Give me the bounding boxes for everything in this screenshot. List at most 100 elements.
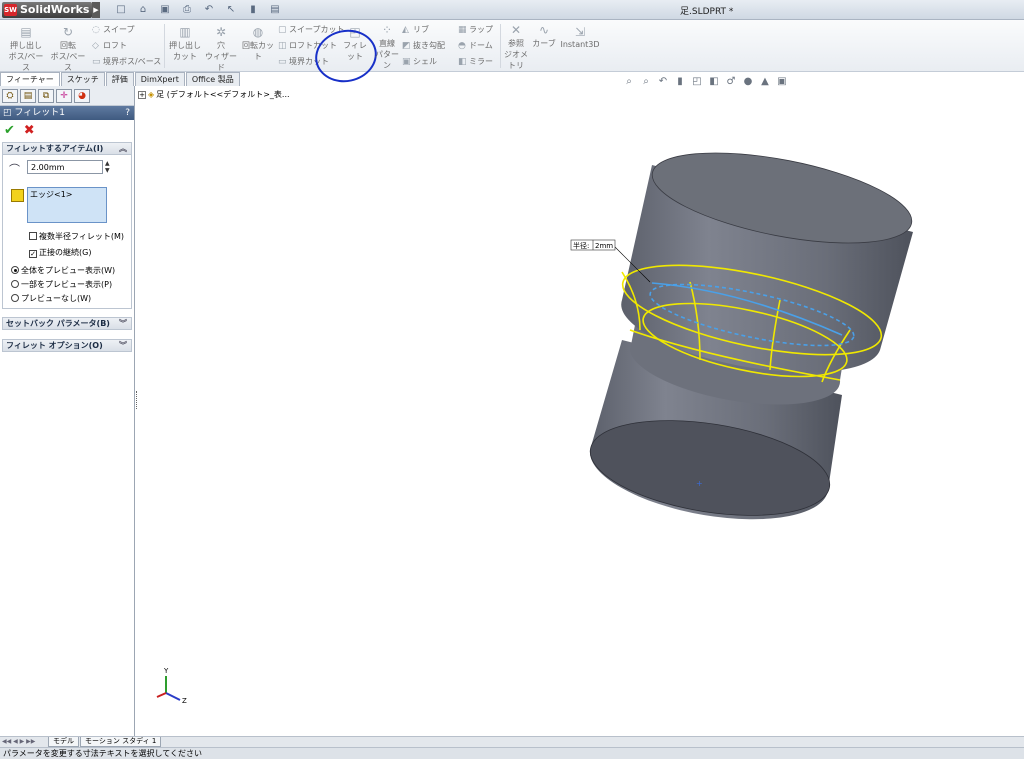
origin-marker: + — [696, 479, 703, 488]
extrude-cut-label: 押し出し カット — [169, 41, 201, 61]
configuration-manager-icon[interactable]: ⧉ — [38, 89, 54, 103]
rebuild-icon[interactable]: ▮ — [244, 3, 262, 17]
display-manager-icon[interactable]: ◕ — [74, 89, 90, 103]
title-bar: SW SolidWorks ▶ □ ⌂ ▣ ⎙ ↶ ↖ ▮ ▤ 足.SLDPRT… — [0, 0, 1024, 20]
hole-wizard-button[interactable]: ✲ 穴 ウィザード — [204, 26, 238, 73]
partial-preview-radio[interactable]: 一部をプレビュー表示(P) — [11, 279, 112, 290]
tab-evaluate[interactable]: 評価 — [105, 72, 134, 86]
tab-model[interactable]: モデル — [48, 737, 79, 747]
radius-spinner-icon[interactable]: ▲ ▼ — [105, 160, 110, 174]
rib-button[interactable]: ◭ リブ — [402, 24, 429, 35]
sweep-icon: ◌ — [92, 25, 100, 35]
radius-input[interactable] — [27, 160, 103, 174]
sweep-button[interactable]: ◌ スイープ — [92, 24, 135, 35]
reference-geometry-button[interactable]: ✕ 参照 ジオメトリ — [503, 24, 529, 71]
extrude-cut-button[interactable]: ▥ 押し出し カット — [168, 26, 202, 62]
fillet-items-group-header[interactable]: フィレットするアイテム(I) ︽ — [2, 142, 132, 155]
help-icon[interactable]: ? — [125, 106, 130, 120]
property-manager-icon[interactable]: ▤ — [20, 89, 36, 103]
boundary-boss-label: 境界ボス/ベース — [103, 57, 162, 66]
fillet-title: フィレット1 — [14, 108, 65, 118]
shell-button[interactable]: ▣ シェル — [402, 56, 437, 67]
radius-callout[interactable]: 半径: 2mm — [570, 239, 616, 251]
shell-icon: ▣ — [402, 57, 411, 67]
new-icon[interactable]: □ — [112, 3, 130, 17]
fillet-items-group-label: フィレットするアイテム(I) — [6, 144, 104, 153]
quick-access-toolbar: □ ⌂ ▣ ⎙ ↶ ↖ ▮ ▤ — [112, 3, 284, 17]
print-icon[interactable]: ⎙ — [178, 3, 196, 17]
tab-features[interactable]: フィーチャー — [0, 72, 60, 86]
linear-pattern-button[interactable]: ⁘ 直線 パターン — [374, 24, 400, 71]
separator — [500, 24, 501, 68]
menu-arrow-icon[interactable]: ▶ — [92, 2, 100, 18]
hole-wizard-icon: ✲ — [215, 25, 227, 39]
undo-icon[interactable]: ↶ — [200, 3, 218, 17]
full-preview-radio[interactable]: 全体をプレビュー表示(W) — [11, 265, 115, 276]
edge-item[interactable]: エッジ<1> — [30, 190, 73, 199]
action-buttons: ✔ ✖ — [0, 120, 134, 140]
curves-button[interactable]: ∿ カーブ — [532, 24, 556, 49]
solidworks-logo[interactable]: SW SolidWorks — [2, 2, 92, 18]
command-manager-tabs: フィーチャー スケッチ 評価 DimXpert Office 製品 — [0, 72, 240, 86]
dome-button[interactable]: ◓ ドーム — [458, 40, 493, 51]
tab-dimxpert[interactable]: DimXpert — [134, 72, 185, 86]
tab-sketch[interactable]: スケッチ — [60, 72, 105, 86]
coordinate-triad: Y Z — [156, 667, 187, 705]
tab-office-products[interactable]: Office 製品 — [185, 72, 240, 86]
status-bar: パラメータを変更する寸法テキストを選択してください — [0, 747, 1024, 759]
instant3d-icon: ⇲ — [574, 25, 586, 39]
edge-selection-list[interactable]: エッジ<1> — [27, 187, 107, 223]
rib-icon: ◭ — [402, 25, 409, 35]
loft-label: ロフト — [103, 41, 127, 50]
revolve-cut-label: 回転カット — [242, 41, 274, 61]
rib-label: リブ — [413, 25, 429, 34]
boundary-boss-button[interactable]: ▭ 境界ボス/ベース — [92, 56, 161, 67]
multi-radius-label: 複数半径フィレット(M) — [39, 232, 124, 241]
loft-button[interactable]: ◇ ロフト — [92, 40, 127, 51]
revolve-cut-button[interactable]: ◍ 回転カット — [240, 26, 276, 62]
collapse-icon[interactable]: ︽ — [119, 143, 127, 155]
swept-cut-icon: ▢ — [278, 25, 287, 35]
instant3d-button[interactable]: ⇲ Instant3D — [560, 25, 600, 50]
hole-wizard-label: 穴 ウィザード — [205, 41, 237, 72]
feature-manager-icon[interactable]: ⛭ — [2, 89, 18, 103]
mirror-label: ミラー — [469, 57, 493, 66]
model-canvas: + 半径: 2mm Y Z — [156, 152, 913, 705]
tab-motion-study[interactable]: モーション スタディ 1 — [80, 737, 162, 747]
graphics-area[interactable]: + ◈ 足 (デフォルト<<デフォルト>_表... ⌕ ⌕ ↶ ▮ ◰ ◧ ♂ ● … — [136, 76, 1024, 736]
draft-button[interactable]: ◩ 抜き勾配 — [402, 40, 445, 51]
tangent-propagation-label: 正接の継続(G) — [39, 248, 92, 257]
extrude-boss-button[interactable]: ▤ 押し出し ボス/ベース — [8, 26, 44, 73]
extrude-cut-icon: ▥ — [179, 25, 191, 39]
save-icon[interactable]: ▣ — [156, 3, 174, 17]
expand-icon[interactable]: ︾ — [119, 318, 127, 330]
setback-group-label: セットバック パラメータ(B) — [6, 319, 110, 328]
dimxpert-manager-icon[interactable]: ✛ — [56, 89, 72, 103]
boundary-boss-icon: ▭ — [92, 57, 101, 67]
revolve-boss-button[interactable]: ↻ 回転 ボス/ベース — [50, 26, 86, 73]
select-icon[interactable]: ↖ — [222, 3, 240, 17]
curves-icon: ∿ — [538, 23, 550, 37]
checkbox-unchecked-icon — [29, 232, 37, 240]
mirror-button[interactable]: ◧ ミラー — [458, 56, 493, 67]
loft-icon: ◇ — [92, 41, 99, 51]
options-icon[interactable]: ▤ — [266, 3, 284, 17]
upper-cylinder — [621, 152, 913, 373]
command-manager: ▤ 押し出し ボス/ベース ↻ 回転 ボス/ベース ◌ スイープ ◇ ロフト ▭ 境界… — [0, 20, 1024, 88]
no-preview-radio[interactable]: プレビューなし(W) — [11, 293, 91, 304]
tab-navigation-icon[interactable]: ◀◀ ◀ ▶ ▶▶ — [2, 738, 35, 745]
cancel-icon[interactable]: ✖ — [24, 123, 35, 138]
revolve-boss-label: 回転 ボス/ベース — [50, 41, 86, 72]
fillet-options-group-header[interactable]: フィレット オプション(O) ︾ — [2, 339, 132, 352]
ok-icon[interactable]: ✔ — [4, 123, 15, 138]
tangent-propagation-checkbox[interactable]: ✓ 正接の継続(G) — [29, 247, 91, 258]
expand-icon[interactable]: ︾ — [119, 340, 127, 352]
axis-z-label: Z — [182, 697, 187, 705]
setback-group-header[interactable]: セットバック パラメータ(B) ︾ — [2, 317, 132, 330]
multi-radius-checkbox[interactable]: 複数半径フィレット(M) — [29, 231, 124, 242]
wrap-button[interactable]: ▦ ラップ — [458, 24, 493, 35]
callout-value[interactable]: 2mm — [595, 242, 613, 250]
sweep-label: スイープ — [103, 25, 135, 34]
radio-unselected-icon — [11, 280, 19, 288]
open-icon[interactable]: ⌂ — [134, 3, 152, 17]
